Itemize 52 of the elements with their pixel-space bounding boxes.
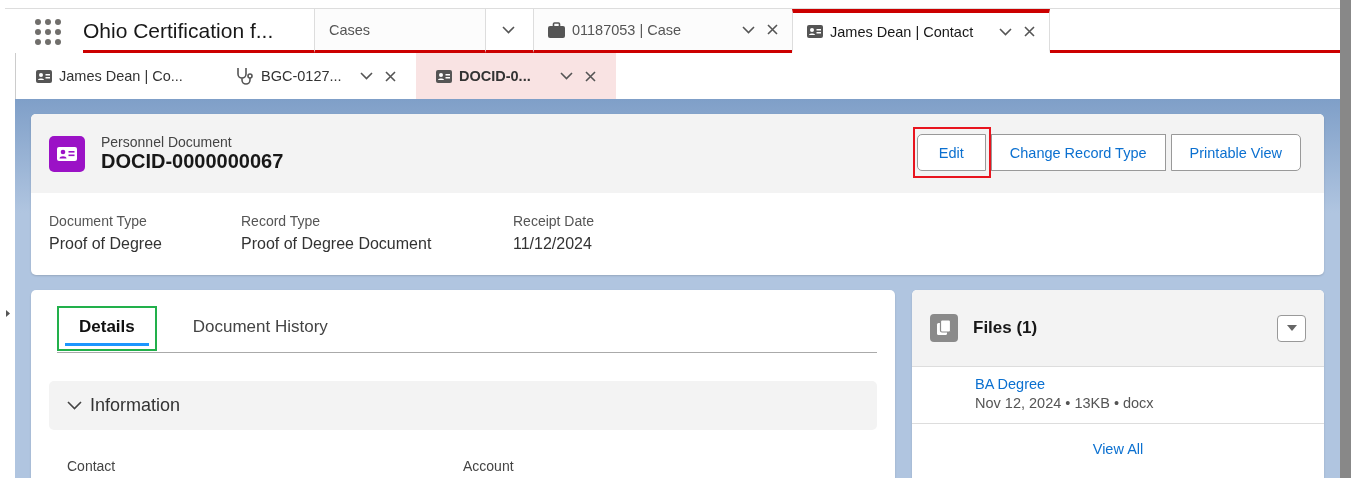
action-button[interactable]: Printable View bbox=[1170, 134, 1301, 171]
field-value: Proof of Degree bbox=[49, 235, 163, 253]
field-label: Record Type bbox=[241, 213, 322, 229]
chevron-icon bbox=[67, 401, 82, 410]
stethoscope-icon bbox=[236, 67, 254, 85]
app-launcher-icon[interactable] bbox=[35, 19, 61, 45]
files-icon bbox=[930, 314, 958, 342]
caret-down-icon bbox=[1286, 325, 1297, 331]
nav-tab[interactable]: Cases bbox=[314, 9, 485, 53]
field-label: Contact bbox=[67, 458, 117, 474]
subtab[interactable]: James Dean | Co... bbox=[16, 53, 216, 99]
field-label: Receipt Date bbox=[513, 213, 594, 229]
chevron-down-icon[interactable] bbox=[999, 27, 1012, 36]
nav-tab[interactable]: James Dean | Contact bbox=[792, 9, 1050, 53]
contact-card-icon bbox=[436, 69, 452, 83]
tab[interactable]: Details bbox=[65, 310, 149, 346]
chevron-down-icon[interactable] bbox=[560, 72, 573, 80]
briefcase-icon bbox=[548, 21, 565, 38]
action-button[interactable]: Edit bbox=[916, 134, 986, 171]
chevron-down-icon[interactable] bbox=[360, 72, 373, 80]
view-all-link[interactable]: View All bbox=[1092, 441, 1144, 457]
nav-tab[interactable]: 01187053 | Case bbox=[533, 9, 792, 53]
dropdown-button[interactable] bbox=[1277, 314, 1306, 342]
field-label: Account bbox=[463, 458, 515, 474]
subtab[interactable]: DOCID-0... bbox=[416, 53, 616, 99]
tab-label: 01187053 | Case bbox=[572, 21, 683, 38]
tab-label: BGC-0127... bbox=[261, 68, 343, 84]
action-button[interactable]: Change Record Type bbox=[990, 134, 1166, 171]
section-header[interactable]: Information bbox=[49, 381, 877, 430]
file-meta: Nov 12, 2024 • 13KB • docx bbox=[975, 395, 1155, 411]
record-title: DOCID-0000000067 bbox=[101, 150, 285, 173]
tab-label: James Dean | Contact bbox=[830, 23, 975, 40]
chevron-down-icon[interactable] bbox=[502, 25, 515, 34]
contact-card-icon bbox=[807, 25, 823, 38]
subtab[interactable]: BGC-0127... bbox=[216, 53, 416, 99]
close-icon[interactable] bbox=[1024, 26, 1035, 37]
field-value: 11/12/2024 bbox=[513, 235, 593, 253]
tab-label: DOCID-0... bbox=[459, 68, 532, 84]
field-value: Proof of Degree Document bbox=[241, 235, 433, 253]
close-icon[interactable] bbox=[585, 70, 596, 82]
object-label: Personnel Document bbox=[101, 134, 233, 150]
tab-label: James Dean | Co... bbox=[59, 68, 184, 84]
chevron-down-icon[interactable] bbox=[742, 25, 755, 34]
tab[interactable]: Document History bbox=[178, 310, 342, 346]
document-record-icon bbox=[49, 135, 85, 172]
file-link[interactable]: BA Degree bbox=[975, 376, 1324, 392]
close-icon[interactable] bbox=[385, 70, 396, 82]
contact-card-icon bbox=[36, 69, 52, 83]
close-icon[interactable] bbox=[767, 24, 778, 35]
card-title: Files (1) bbox=[973, 318, 1039, 338]
expand-arrow-icon[interactable] bbox=[5, 310, 10, 317]
field-label: Document Type bbox=[49, 213, 148, 229]
